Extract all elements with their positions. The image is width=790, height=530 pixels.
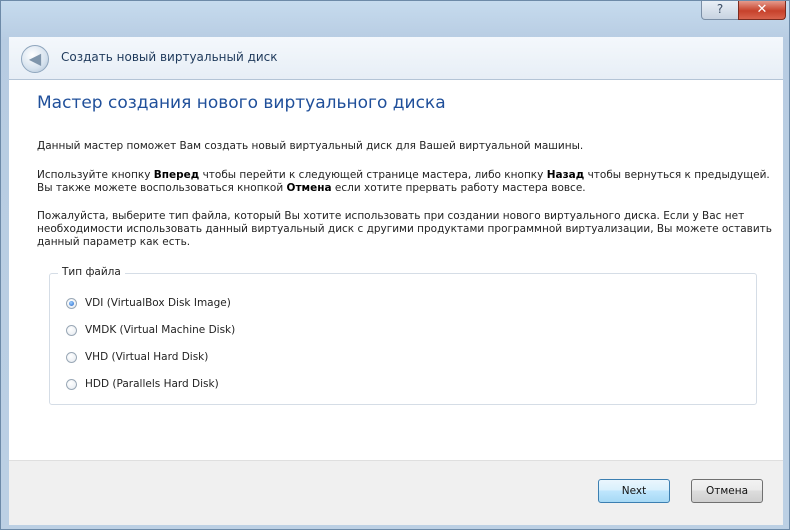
window-title: Создать новый виртуальный диск: [61, 50, 278, 64]
radio-label: VDI (VirtualBox Disk Image): [85, 297, 231, 309]
cancel-button[interactable]: Отмена: [691, 479, 763, 503]
next-button[interactable]: Next: [598, 479, 670, 503]
close-button[interactable]: ✕: [738, 1, 786, 20]
back-button[interactable]: ◀: [21, 45, 49, 73]
file-type-paragraph: Пожалуйста, выберите тип файла, который …: [37, 210, 772, 248]
radio-label: VMDK (Virtual Machine Disk): [85, 324, 236, 336]
back-arrow-icon: ◀: [28, 49, 42, 68]
wizard-heading: Мастер создания нового виртуального диск…: [37, 93, 446, 113]
radio-option-vhd[interactable]: VHD (Virtual Hard Disk): [66, 349, 208, 365]
radio-label: HDD (Parallels Hard Disk): [85, 378, 219, 390]
file-type-legend: Тип файла: [58, 266, 125, 278]
file-type-group: Тип файла VDI (VirtualBox Disk Image) VM…: [49, 266, 757, 405]
radio-button[interactable]: [66, 297, 77, 309]
radio-button[interactable]: [66, 378, 77, 390]
radio-label: VHD (Virtual Hard Disk): [85, 351, 209, 363]
navigation-paragraph: Используйте кнопку Вперед чтобы перейти …: [37, 169, 770, 194]
radio-option-vmdk[interactable]: VMDK (Virtual Machine Disk): [66, 322, 235, 338]
radio-button[interactable]: [66, 324, 77, 336]
intro-paragraph: Данный мастер поможет Вам создать новый …: [37, 140, 584, 152]
wizard-content: Мастер создания нового виртуального диск…: [9, 80, 783, 460]
wizard-window: ? ✕ ◀ Создать новый виртуальный диск Мас…: [0, 0, 790, 530]
radio-option-vdi[interactable]: VDI (VirtualBox Disk Image): [66, 295, 231, 311]
button-bar: Next Отмена: [9, 460, 783, 525]
wizard-header: ◀ Создать новый виртуальный диск: [9, 37, 783, 80]
help-icon: ?: [716, 2, 724, 16]
radio-button[interactable]: [66, 351, 77, 363]
close-icon: ✕: [756, 2, 768, 17]
radio-option-hdd[interactable]: HDD (Parallels Hard Disk): [66, 376, 219, 392]
help-button[interactable]: ?: [701, 1, 739, 20]
